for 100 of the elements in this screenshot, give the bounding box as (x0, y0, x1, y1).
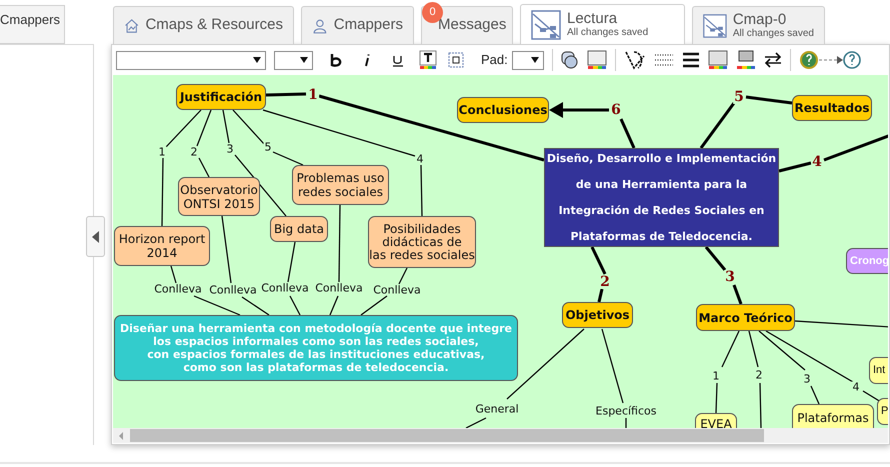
connector-line (778, 162, 812, 172)
text-color-icon[interactable] (419, 50, 437, 70)
dropdown-arrow-icon (253, 57, 261, 63)
concept-node[interactable]: Problemas uso redes sociales (292, 165, 389, 205)
tab[interactable]: Cmap-0 All changes saved (692, 6, 825, 44)
arrow-connector (549, 102, 609, 118)
save-status: All changes saved (567, 28, 648, 38)
size-dropdown[interactable] (274, 50, 313, 70)
linking-phrase: Conlleva (260, 282, 310, 294)
linking-phrase: 4 (416, 154, 424, 164)
connector-line (810, 386, 820, 404)
concept-node[interactable]: Justificación (176, 84, 266, 110)
connector-line (289, 296, 301, 316)
linking-phrase: 3 (226, 144, 234, 154)
shape-icon[interactable] (560, 51, 579, 69)
concept-node[interactable]: Plataformas (792, 404, 874, 428)
concept-node[interactable]: Objetivos (562, 302, 633, 328)
concept-node[interactable]: Marco Teórico (696, 304, 795, 331)
line-color-icon[interactable] (736, 50, 756, 70)
concept-node[interactable]: EVEA (695, 413, 737, 428)
scrollbar-thumb[interactable] (130, 429, 764, 442)
connector-line (759, 382, 762, 428)
save-status: All changes saved (732, 29, 814, 39)
connector-line (198, 158, 210, 178)
connector-line (704, 246, 726, 271)
connector-line (170, 266, 177, 284)
underline-icon[interactable] (391, 53, 405, 67)
connector-line (222, 110, 230, 144)
connector-line (625, 418, 627, 428)
connector-line (329, 296, 339, 316)
pad-dropdown[interactable] (512, 50, 544, 70)
connector-line (598, 288, 604, 302)
connector-line (732, 284, 742, 305)
linking-phrase: 3 (802, 374, 812, 384)
linking-phrase: 2 (190, 146, 198, 158)
link-number: 4 (811, 155, 823, 169)
linking-phrase: Conlleva (153, 284, 203, 294)
dropdown-arrow-icon (530, 57, 539, 63)
bold-icon[interactable] (329, 53, 343, 67)
connector-line (360, 296, 388, 316)
connector-line (862, 390, 882, 403)
connector-line (715, 382, 718, 414)
link-number: 3 (724, 270, 736, 284)
connector-line (161, 158, 164, 226)
concept-map-icon (531, 10, 561, 40)
concept-node[interactable]: Diseño, Desarrollo e Implementación de una Herramienta para la Integración de Redes Sociales en Plataformas de Teledocencia. (544, 148, 779, 247)
linking-phrase: Conlleva (372, 284, 422, 296)
fill-color-icon[interactable] (586, 50, 607, 70)
collapse-panel-button[interactable] (86, 216, 105, 257)
connector-line (221, 216, 232, 284)
tab[interactable]: Cmaps & Resources (113, 6, 294, 44)
tab-title: Cmap-0 (732, 12, 788, 27)
linking-phrase: 2 (754, 370, 764, 380)
dropdown-arrow-icon (300, 57, 308, 63)
tab-title: Lectura (567, 11, 618, 26)
linking-phrase: Conlleva (314, 282, 364, 294)
concept-node[interactable]: Horizon report 2014 (114, 226, 210, 266)
concept-node[interactable]: Resultados (792, 95, 872, 121)
font-dropdown[interactable] (116, 50, 266, 70)
concept-node[interactable]: P (877, 398, 888, 425)
tab[interactable]: Lectura All changes saved (520, 4, 685, 44)
connector-line (420, 164, 423, 216)
linking-phrase: 1 (158, 146, 166, 158)
line-style-icon[interactable] (654, 52, 674, 68)
tab-title: Cmaps & Resources (145, 15, 283, 36)
link-number: 6 (610, 103, 622, 117)
shadow-color-icon[interactable] (708, 50, 728, 70)
horizontal-scrollbar[interactable] (113, 428, 888, 443)
linking-phrase: Específicos (594, 406, 658, 416)
concept-node[interactable]: Big data (270, 216, 328, 242)
connector-line (287, 242, 296, 282)
side-tab[interactable]: Cmappers (0, 5, 65, 44)
linking-phrase: 4 (852, 382, 860, 392)
concept-node[interactable]: Observatorio ONTSI 2015 (178, 177, 260, 216)
linking-phrase: 5 (264, 142, 272, 152)
link-number: 5 (733, 90, 745, 104)
connector-line (398, 268, 408, 284)
tab[interactable]: Cmappers (301, 6, 414, 44)
linking-phrase: 1 (712, 370, 720, 382)
connector-line (721, 330, 740, 368)
line-thickness-icon[interactable] (682, 52, 700, 68)
concept-node[interactable]: Posibilidades didácticas de las redes sociales (368, 216, 476, 268)
concept-node[interactable]: Int (869, 357, 888, 384)
swap-arrows-icon[interactable] (764, 52, 782, 68)
connector-line (700, 102, 736, 149)
link-number: 2 (599, 275, 611, 289)
connector-line (746, 96, 792, 104)
connector-line (823, 134, 888, 162)
concept-node[interactable]: Conclusiones (457, 97, 549, 123)
left-triangle-icon (92, 230, 100, 242)
connector-line (590, 246, 606, 275)
connection-icon[interactable] (624, 50, 646, 70)
connector-line (466, 417, 486, 428)
connector-line (266, 92, 306, 96)
tab-title: Cmappers (334, 15, 403, 36)
linking-phrase: General (474, 404, 520, 414)
connector-line (620, 118, 636, 149)
border-style-icon[interactable] (447, 51, 465, 69)
pad-label: Pad: (481, 51, 508, 70)
linking-phrase: Conlleva (208, 284, 258, 296)
